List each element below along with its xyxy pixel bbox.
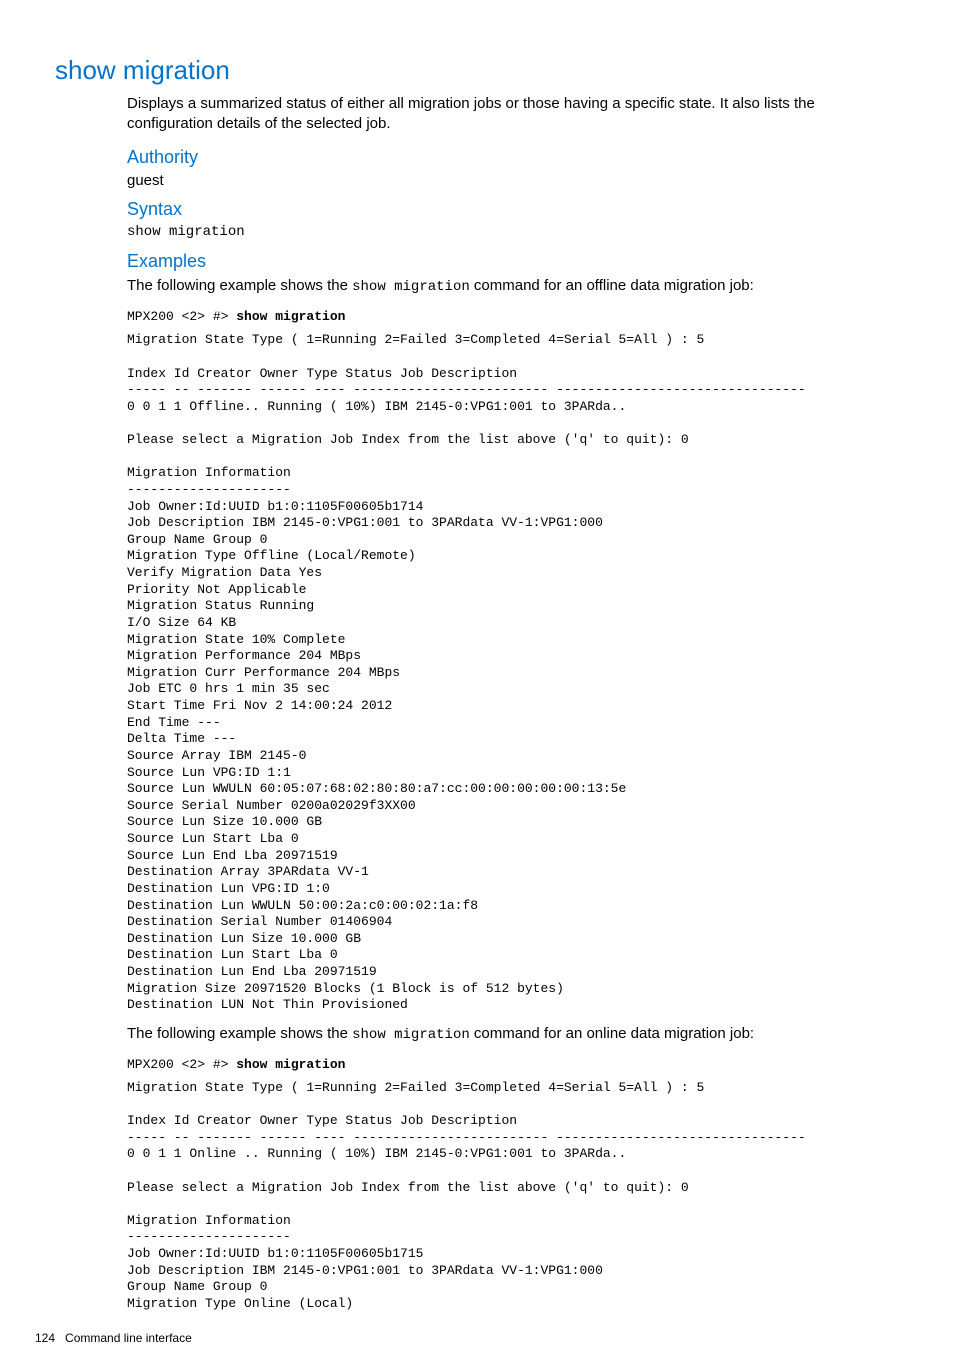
page-title: show migration xyxy=(55,55,899,86)
prompt-command-2: show migration xyxy=(236,1057,345,1072)
example1-intro-suffix: command for an offline data migration jo… xyxy=(470,277,754,294)
example2-intro-prefix: The following example shows the xyxy=(127,1025,352,1042)
examples-heading: Examples xyxy=(127,251,899,272)
example1-intro-prefix: The following example shows the xyxy=(127,277,352,294)
authority-heading: Authority xyxy=(127,147,899,168)
footer-page-number: 124 xyxy=(35,1331,55,1345)
example2-prompt: MPX200 <2> #> show migration xyxy=(127,1057,899,1072)
example2-intro-suffix: command for an online data migration job… xyxy=(470,1025,754,1042)
page-footer: 124 Command line interface xyxy=(35,1331,899,1345)
example2-intro-cmd: show migration xyxy=(352,1027,470,1043)
authority-value: guest xyxy=(127,172,899,189)
syntax-heading: Syntax xyxy=(127,199,899,220)
example1-output: Migration State Type ( 1=Running 2=Faile… xyxy=(127,332,899,1014)
footer-section-title: Command line interface xyxy=(65,1331,192,1345)
example2-intro: The following example shows the show mig… xyxy=(127,1024,899,1045)
example1-prompt: MPX200 <2> #> show migration xyxy=(127,309,899,324)
prompt-prefix-2: MPX200 <2> #> xyxy=(127,1057,236,1072)
prompt-prefix: MPX200 <2> #> xyxy=(127,309,236,324)
example2-output: Migration State Type ( 1=Running 2=Faile… xyxy=(127,1080,899,1313)
example1-intro-cmd: show migration xyxy=(352,279,470,295)
description-paragraph: Displays a summarized status of either a… xyxy=(127,94,899,135)
example1-intro: The following example shows the show mig… xyxy=(127,276,899,297)
prompt-command: show migration xyxy=(236,309,345,324)
syntax-value: show migration xyxy=(127,224,899,242)
